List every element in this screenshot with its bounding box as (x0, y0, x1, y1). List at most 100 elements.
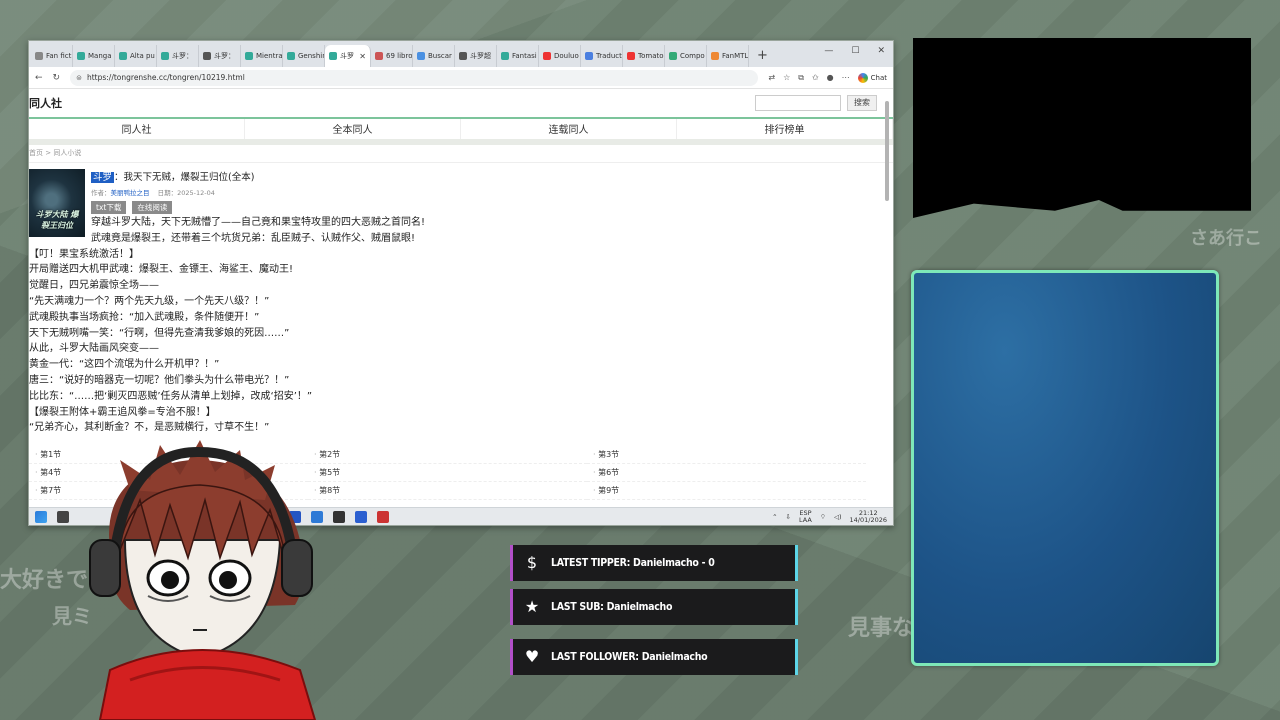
maximize-icon[interactable]: ☐ (851, 46, 859, 56)
tab-favicon-icon (501, 52, 509, 60)
word-icon[interactable] (355, 510, 367, 523)
browser-tab[interactable]: 69 libro (371, 45, 413, 67)
back-icon[interactable]: ← (35, 73, 43, 83)
site-header: 同人社 搜索 (29, 89, 893, 117)
desc-line: 开局赠送四大机甲武魂：爆裂王、金镖王、海鲨王、魔动王! (29, 264, 294, 276)
chapter-link[interactable]: 第6节 (587, 464, 866, 483)
browser-tab[interactable]: 斗罗 ✕ (325, 45, 371, 67)
browser-tab[interactable]: Manga (73, 45, 115, 67)
reload-icon[interactable]: ↻ (53, 73, 61, 83)
search-button[interactable]: 搜索 (847, 95, 877, 111)
browser-tab[interactable]: Tomato (623, 45, 665, 67)
desc-line: “先天满魂力一个？两个先天九级，一个先天八级？！” (29, 295, 270, 307)
book-title: 斗罗 ：我天下无贼，爆裂王归位(全本) (91, 169, 254, 183)
game-panel (911, 270, 1219, 666)
profile-icon[interactable]: ● (827, 73, 834, 82)
tab-label: Fantasi (512, 52, 537, 60)
tab-label: 斗罗： (214, 52, 235, 60)
translate-icon[interactable]: ⇄ (768, 73, 775, 82)
last-follower-alert: ♥ LAST FOLLOWER: Danielmacho (510, 639, 798, 675)
page-scrollbar[interactable] (884, 95, 890, 499)
url-text: https://tongrenshe.cc/tongren/10219.html (86, 73, 245, 82)
read-online-button[interactable]: 在线阅读 (132, 201, 173, 214)
browser-tab[interactable]: Compo (665, 45, 707, 67)
favorites-icon[interactable]: ✩ (812, 73, 819, 82)
book-tag: 斗罗 (91, 172, 115, 183)
browser-tab[interactable]: Genshin (283, 45, 325, 67)
nav-ranking[interactable]: 排行榜单 (677, 119, 893, 139)
dollar-icon: $ (526, 553, 538, 572)
nav-complete[interactable]: 全本同人 (245, 119, 461, 139)
volume-icon[interactable]: ◁) (834, 513, 842, 521)
start-icon[interactable] (35, 510, 47, 523)
browser-tab[interactable]: Mientra (241, 45, 283, 67)
tab-label: Alta pu (130, 52, 155, 60)
search-input[interactable] (755, 95, 841, 111)
browser-tab[interactable]: Traducto (581, 45, 623, 67)
more-icon[interactable]: ⋯ (842, 73, 850, 82)
tab-label: FanMTL (722, 52, 749, 60)
copilot-chat-button[interactable]: Chat (857, 72, 887, 83)
browser-tab[interactable]: Alta pu (115, 45, 157, 67)
tab-label: Genshin (298, 52, 325, 60)
background-jp-text: 見事な (848, 616, 915, 641)
webcam-frame (913, 38, 1251, 218)
chapter-link[interactable]: 第5节 (308, 464, 587, 483)
language-indicator[interactable]: ESP LAA (799, 509, 812, 524)
browser-tab[interactable]: FanMTL (707, 45, 749, 67)
desc-line: 穿越斗罗大陆，天下无贼懵了——自己竟和果宝特攻里的四大恶贼之首同名! (91, 217, 426, 228)
tab-close-icon[interactable]: ✕ (359, 52, 366, 61)
txt-download-button[interactable]: txt下载 (91, 201, 127, 214)
chapter-link[interactable]: 第9节 (587, 482, 866, 501)
wifi-icon[interactable]: ⌔ (820, 512, 826, 521)
chapter-link[interactable]: 第8节 (308, 482, 587, 501)
browser-tab[interactable]: 斗罗： (157, 45, 199, 67)
desc-line: 比比东：“……把‘剿灭四恶贼’任务从清单上划掉，改成‘招安’！” (29, 390, 313, 402)
book-cover[interactable]: 斗罗大陆 爆裂王归位 (29, 169, 85, 237)
site-info-icon[interactable]: ⊜ (76, 74, 82, 82)
app-icon[interactable] (377, 510, 389, 523)
browser-tab[interactable]: Douluo (539, 45, 581, 67)
browser-tab[interactable]: 斗罗超 (455, 45, 497, 67)
clock[interactable]: 21:12 14/01/2026 (850, 509, 887, 524)
alert-text: LAST SUB: Danielmacho (551, 601, 673, 613)
nav-home[interactable]: 同人社 (29, 119, 245, 139)
site-logo[interactable]: 同人社 (29, 95, 62, 111)
browser-tab[interactable]: Fantasi (497, 45, 539, 67)
chapter-link[interactable]: 第3节 (587, 446, 866, 465)
window-controls: — ☐ ✕ (824, 46, 885, 56)
latest-tipper-alert: $ LATEST TIPPER: Danielmacho - 0 (510, 545, 798, 581)
favorite-star-icon[interactable]: ☆ (783, 73, 790, 82)
desc-line: 觉醒日，四兄弟震惊全场—— (29, 280, 159, 292)
tab-label: 斗罗超 (470, 52, 491, 60)
lang2-text: LAA (799, 515, 812, 524)
tab-favicon-icon (161, 52, 169, 60)
breadcrumb[interactable]: 首页 > 同人小说 (29, 145, 893, 163)
chapter-link[interactable]: 第2节 (308, 446, 587, 465)
tab-label: Fan fict (46, 52, 72, 60)
scrollbar-thumb[interactable] (885, 101, 889, 201)
usb-icon[interactable]: ⇩ (786, 513, 791, 521)
browser-tab[interactable]: Buscar (413, 45, 455, 67)
chevron-up-icon[interactable]: ⌃ (772, 513, 777, 521)
url-field[interactable]: ⊜ https://tongrenshe.cc/tongren/10219.ht… (70, 69, 759, 86)
browser-tab[interactable]: Fan fict (31, 45, 73, 67)
last-sub-alert: ★ LAST SUB: Danielmacho (510, 589, 798, 625)
browser-tab[interactable]: 斗罗： (199, 45, 241, 67)
tab-favicon-icon (459, 52, 467, 60)
system-tray: ⌃ ⇩ ESP LAA ⌔ ◁) 21:12 14/01/2026 (772, 509, 887, 524)
tab-bar: Fan fict Manga Alta pu 斗罗： 斗罗： Mientra Genshin… (29, 41, 893, 67)
search-icon[interactable] (57, 510, 69, 523)
extensions-icon[interactable]: ⧉ (798, 73, 804, 83)
book-date: 日期：2025-12-04 (157, 189, 215, 197)
tab-favicon-icon (287, 52, 295, 60)
book-description-top: 穿越斗罗大陆，天下无贼懵了——自己竟和果宝特攻里的四大恶贼之首同名! 武魂竟是爆… (91, 215, 893, 247)
minimize-icon[interactable]: — (824, 46, 833, 56)
heart-icon: ♥ (524, 647, 540, 666)
tab-favicon-icon (245, 52, 253, 60)
close-icon[interactable]: ✕ (877, 46, 885, 56)
new-tab-button[interactable]: + (749, 48, 776, 67)
nav-ongoing[interactable]: 连载同人 (461, 119, 677, 139)
author-link[interactable]: 美丽鸭拉之目 (111, 189, 150, 197)
cover-text: 斗罗大陆 爆裂王归位 (35, 210, 79, 230)
